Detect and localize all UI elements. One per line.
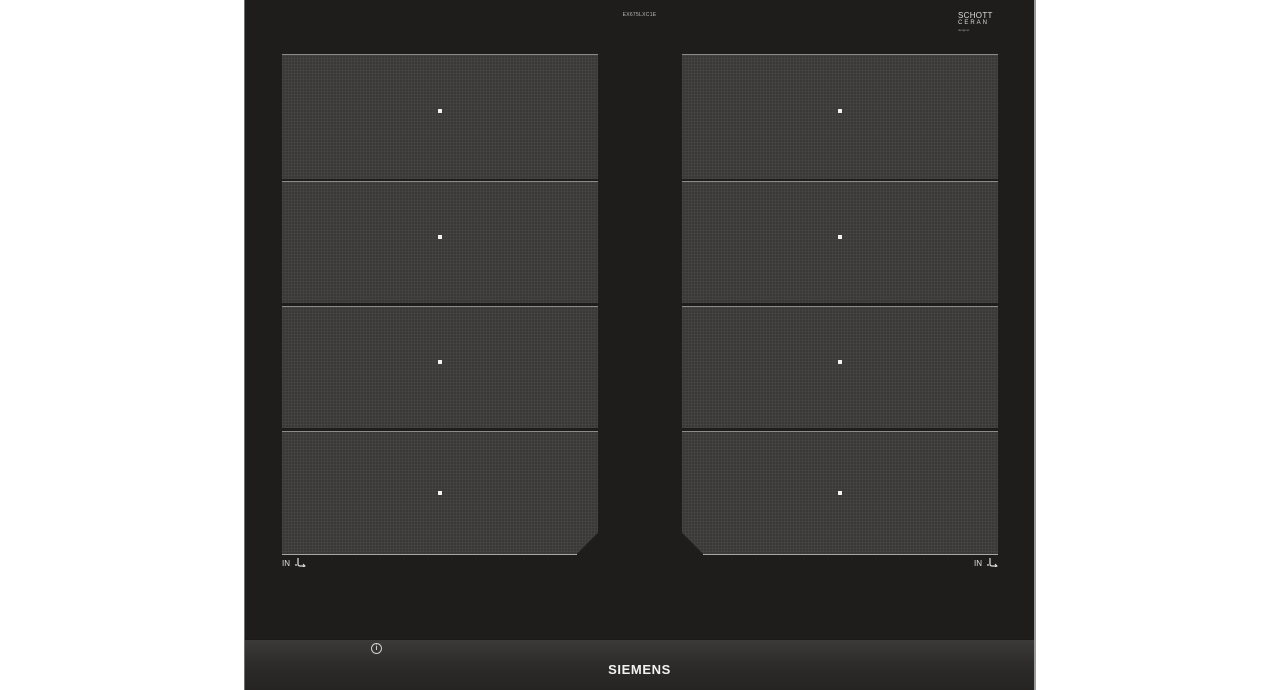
badge-line1: SCHOTT bbox=[958, 11, 993, 20]
flex-zone-label-left: IN bbox=[282, 558, 306, 569]
cooking-zone-left-1 bbox=[282, 54, 598, 179]
cooking-zone-left-3 bbox=[282, 306, 598, 428]
cooking-zone-left-4 bbox=[282, 431, 598, 555]
induction-hob: EX675LXC1E SCHOTT CERAN designer IN IN i… bbox=[244, 0, 1036, 690]
flex-zone-label-right: IN bbox=[974, 558, 998, 569]
zone-marker bbox=[838, 234, 842, 239]
zone-marker bbox=[838, 490, 842, 495]
flex-zone-text: IN bbox=[282, 559, 290, 568]
pan-icon bbox=[294, 558, 306, 569]
cooking-zone-right-2 bbox=[682, 181, 998, 303]
zone-marker bbox=[838, 109, 842, 113]
schott-ceran-badge: SCHOTT CERAN designer bbox=[958, 12, 998, 33]
cooking-zone-right-1 bbox=[682, 54, 998, 179]
pan-icon bbox=[986, 558, 998, 569]
badge-line3: designer bbox=[958, 28, 970, 32]
cooking-zone-right-3 bbox=[682, 306, 998, 428]
control-strip: i SIEMENS bbox=[245, 639, 1034, 690]
cooking-zone-left-2 bbox=[282, 181, 598, 303]
model-code: EX675LXC1E bbox=[622, 12, 657, 18]
zone-underline-right bbox=[703, 554, 998, 555]
zone-marker bbox=[438, 109, 442, 113]
info-icon[interactable]: i bbox=[371, 643, 382, 654]
brand-logo: SIEMENS bbox=[608, 662, 671, 677]
zone-marker bbox=[438, 359, 442, 364]
cooking-zone-right-4 bbox=[682, 431, 998, 555]
zone-marker bbox=[838, 359, 842, 364]
zone-underline-left bbox=[282, 554, 577, 555]
badge-line2: CERAN bbox=[958, 20, 990, 26]
flex-zone-text: IN bbox=[974, 559, 982, 568]
zone-marker bbox=[438, 234, 442, 239]
zone-marker bbox=[438, 490, 442, 495]
product-image: EX675LXC1E SCHOTT CERAN designer IN IN i… bbox=[0, 0, 1280, 690]
